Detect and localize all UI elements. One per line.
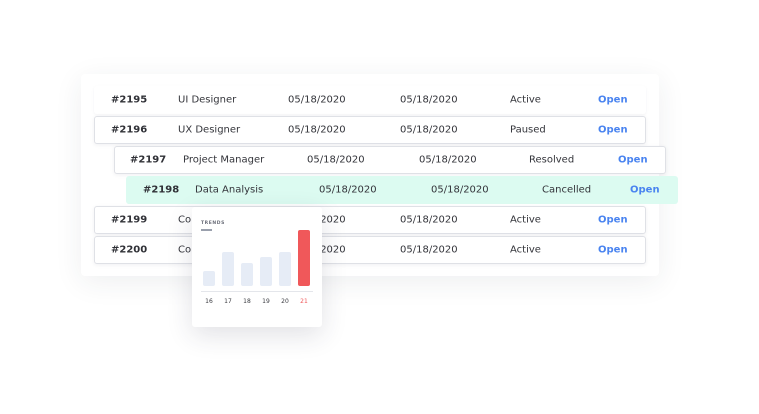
trends-title-underline [201,229,212,231]
row-end-date: 05/18/2020 [400,214,458,226]
row-start-date: 05/18/2020 [288,94,346,106]
row-status: Active [510,94,541,106]
row-end-date: 05/18/2020 [431,184,489,196]
trend-tick-label: 21 [300,298,308,305]
row-title: UI Designer [178,94,237,106]
row-title: Data Analysis [195,184,264,196]
row-end-date: 05/18/2020 [400,94,458,106]
trend-tick-label: 17 [224,298,232,305]
trend-bar-16 [203,271,215,286]
row-id: #2196 [111,124,148,136]
row-status: Cancelled [542,184,592,196]
open-link[interactable]: Open [598,245,628,256]
row-title: UX Designer [178,124,241,136]
row-title: Co [178,214,192,226]
row-end-date: 05/18/2020 [400,244,458,256]
row-id: #2200 [111,244,148,256]
table-row[interactable]: #2195 UI Designer 05/18/2020 05/18/2020 … [94,86,646,114]
row-status: Active [510,244,541,256]
row-status: Resolved [529,154,575,166]
row-end-date: 05/18/2020 [419,154,477,166]
table-row[interactable]: #2196 UX Designer 05/18/2020 05/18/2020 … [94,116,646,144]
trend-bar-18 [241,263,253,286]
row-start-date: 05/18/2020 [288,124,346,136]
row-start-date: 05/18/2020 [307,154,365,166]
trend-tick-label: 16 [205,298,213,305]
row-id: #2195 [111,94,148,106]
trend-bar-17 [222,252,234,286]
row-id: #2198 [143,184,180,196]
row-start-date: 05/18/2020 [319,184,377,196]
trend-tick-label: 19 [262,298,270,305]
trend-tick-label: 18 [243,298,251,305]
open-link[interactable]: Open [618,155,648,166]
open-link[interactable]: Open [630,185,660,196]
open-link[interactable]: Open [598,215,628,226]
row-status: Paused [510,124,546,136]
table-row[interactable]: #2199 Co 05/18/2020 05/18/2020 Active Op… [94,206,646,234]
table-row-highlighted[interactable]: #2198 Data Analysis 05/18/2020 05/18/202… [126,176,678,204]
row-end-date: 05/18/2020 [400,124,458,136]
trend-bar-20 [279,252,291,286]
trend-bar-19 [260,257,272,286]
row-title: Co [178,244,192,256]
open-link[interactable]: Open [598,95,628,106]
trends-title: TRENDS [201,221,225,226]
trend-bar-21 [298,230,310,286]
trend-tick-label: 20 [281,298,289,305]
row-id: #2199 [111,214,148,226]
row-id: #2197 [130,154,167,166]
open-link[interactable]: Open [598,125,628,136]
trends-baseline [201,291,313,292]
row-title: Project Manager [183,154,265,166]
table-row[interactable]: #2200 Co 05/18/2020 05/18/2020 Active Op… [94,236,646,264]
table-row[interactable]: #2197 Project Manager 05/18/2020 05/18/2… [114,146,666,174]
row-status: Active [510,214,541,226]
